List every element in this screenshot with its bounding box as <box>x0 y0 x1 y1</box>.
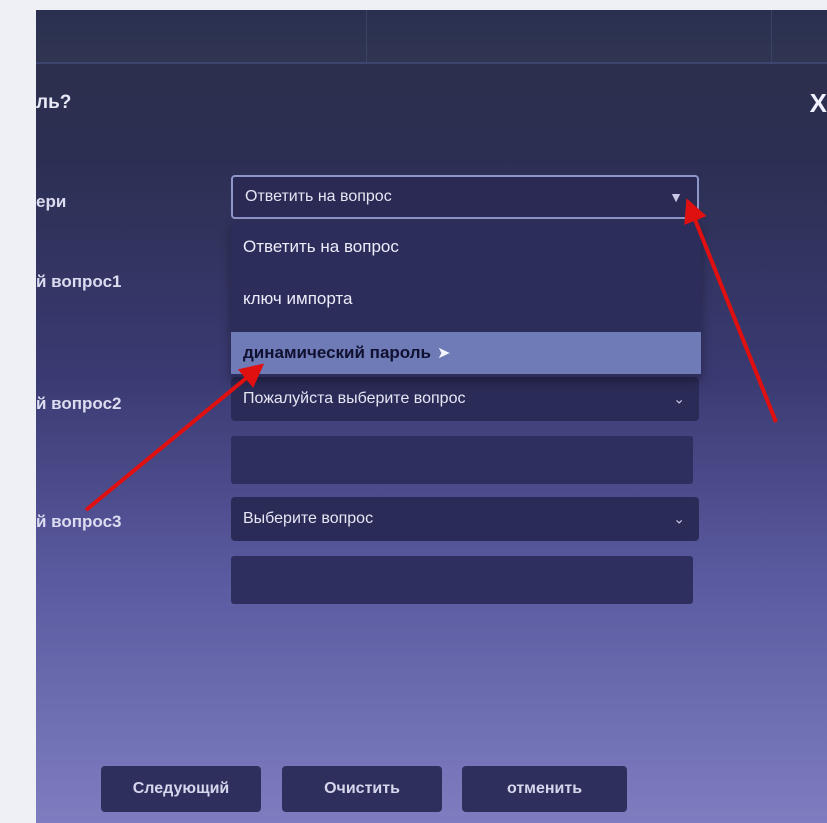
annotation-arrows <box>84 198 778 512</box>
photo-screen: ль? X ери й вопрос1 й вопрос2 й вопрос3 … <box>36 10 827 823</box>
annotation-arrow <box>684 198 778 423</box>
annotation-arrow <box>84 363 265 512</box>
